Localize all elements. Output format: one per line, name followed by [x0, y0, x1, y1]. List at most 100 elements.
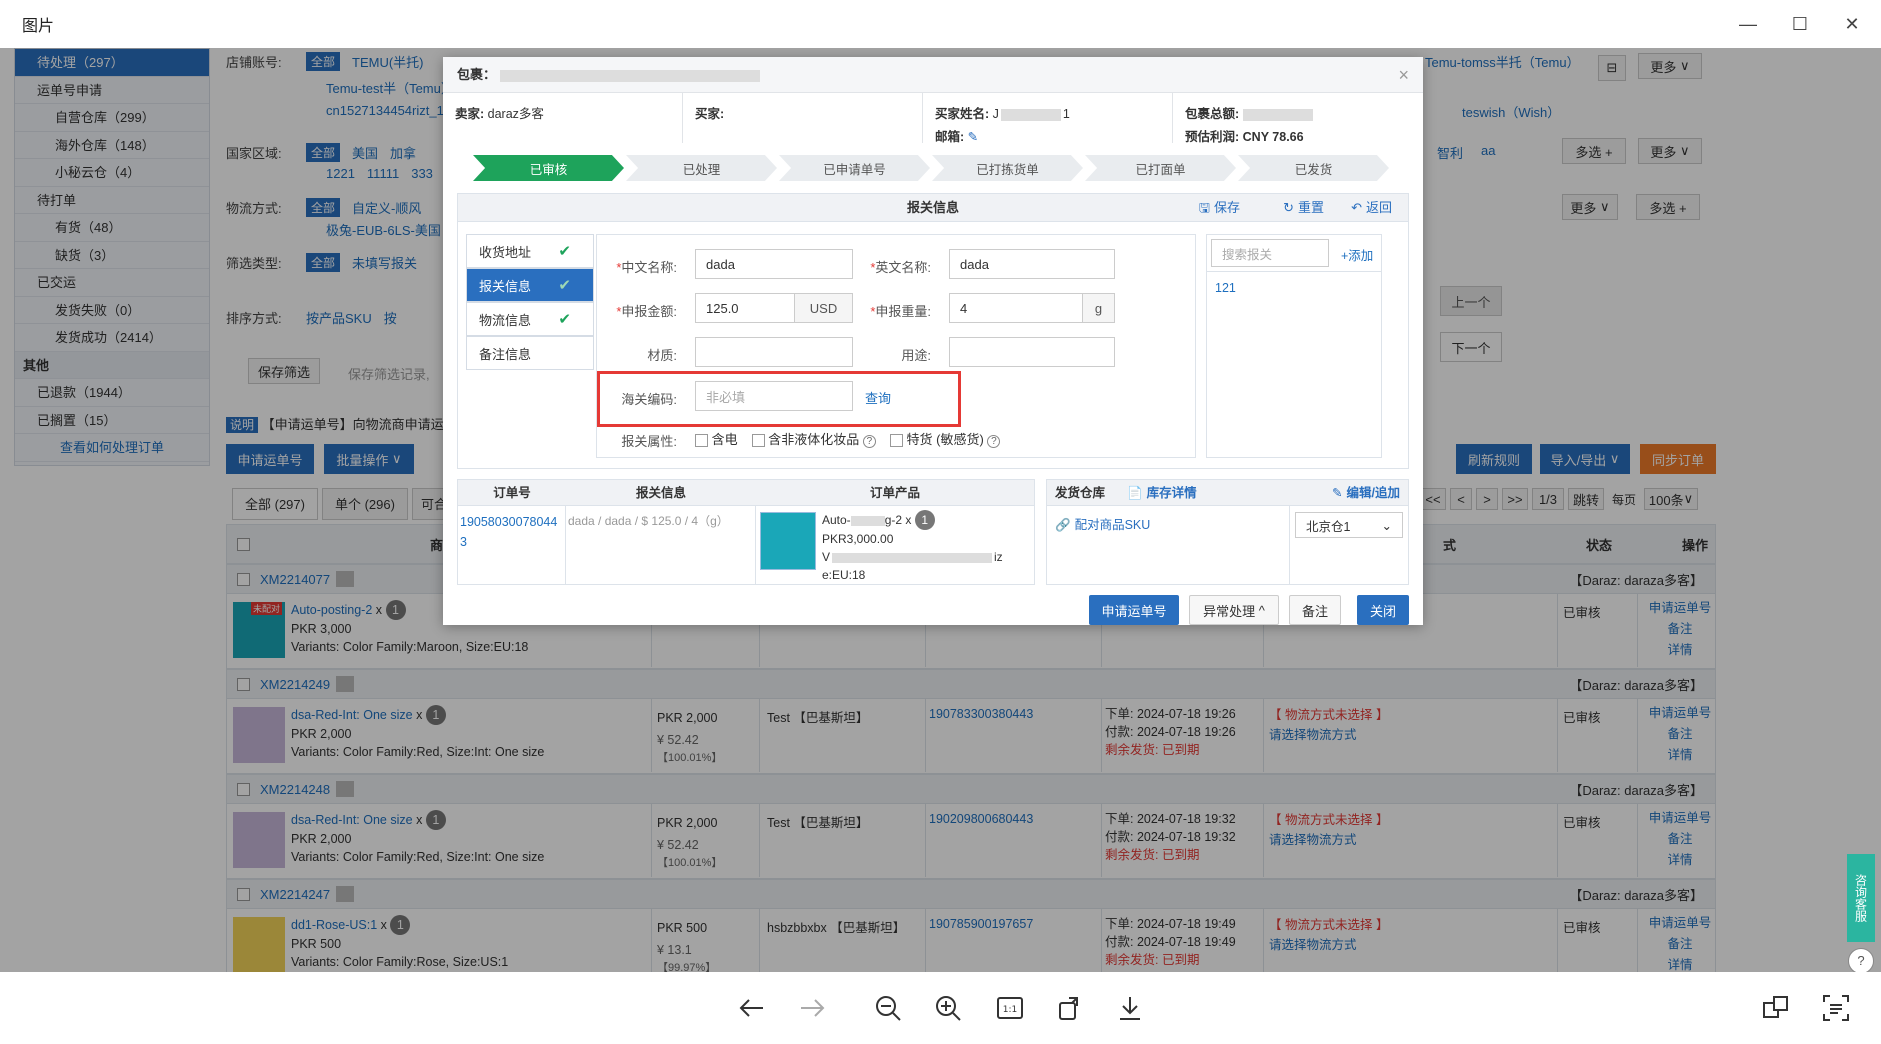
zoom-in-icon[interactable] [930, 990, 966, 1026]
section-header: 报关信息 🖫 保存 ↻ 重置 ↶ 返回 [458, 194, 1408, 222]
profit-label: 预估利润: [1185, 130, 1240, 144]
product-price: PKR3,000.00 [822, 532, 894, 546]
pair-sku-link[interactable]: 🔗 配对商品SKU [1055, 514, 1150, 533]
total-cell: 包裹总额: 预估利润: CNY 78.66 [1173, 93, 1423, 144]
doc-icon: 📄 [1127, 486, 1143, 500]
attr-checkbox[interactable]: 含电 [695, 429, 738, 448]
note-button[interactable]: 备注 [1289, 595, 1341, 625]
reset-link[interactable]: ↻ 重置 [1283, 194, 1324, 222]
modal-header: 包裹： × [443, 57, 1423, 93]
customs-form: *中文名称: dada *英文名称: dada *申报金额: 125.0 USD… [596, 234, 1196, 458]
step-item: 已发货 [1238, 155, 1389, 181]
exception-button[interactable]: 异常处理 ^ [1189, 595, 1279, 625]
seller-value: daraz多客 [487, 107, 544, 121]
edit-add-link[interactable]: ✎ 编辑/追加 [1332, 480, 1400, 506]
customs-search-input[interactable]: 搜索报关 [1211, 239, 1329, 267]
buyer-name-value: J [992, 107, 999, 121]
weight-input[interactable]: 4 [949, 293, 1083, 323]
section-tab[interactable]: 收货地址 ✔ [466, 234, 594, 268]
section-tab-label: 报关信息 [479, 278, 532, 294]
customs-summary: dada / dada / $ 125.0 / 4（g） [568, 514, 729, 528]
package-modal: 包裹： × 卖家: daraz多客 买家: 买家姓名: J 1 邮箱: ✎ 包裹总… [443, 57, 1423, 625]
total-label: 包裹总额: [1185, 107, 1240, 121]
usage-label: 用途: [901, 348, 931, 363]
material-label: 材质: [647, 348, 677, 363]
modal-apply-button[interactable]: 申请运单号 [1089, 595, 1179, 625]
warehouse-label: 发货仓库 [1055, 486, 1106, 500]
section-tab-label: 收货地址 [479, 244, 532, 260]
en-name-label: *英文名称: [870, 260, 931, 275]
product-size: e:EU:18 [822, 568, 866, 582]
profit-value: CNY 78.66 [1242, 130, 1304, 144]
save-icon: 🖫 [1198, 200, 1210, 215]
viewer-toolbar: 1:1 [0, 972, 1881, 1044]
help-icon[interactable]: ? [1848, 948, 1874, 972]
warehouse-select[interactable]: 北京仓1 ⌄ [1295, 512, 1403, 538]
stock-detail-link[interactable]: 📄 库存详情 [1127, 480, 1197, 506]
close-icon[interactable]: ✕ [1836, 8, 1868, 40]
section-tab[interactable]: 备注信息 [466, 336, 594, 370]
buyer-cell: 买家: [683, 93, 923, 143]
customer-service-button[interactable]: 咨询客服 [1847, 854, 1875, 942]
translate-icon[interactable] [1758, 990, 1794, 1026]
buyer-label: 买家: [695, 107, 725, 121]
warehouse-header: 发货仓库 📄 库存详情 ✎ 编辑/追加 [1047, 480, 1408, 506]
redacted-block [499, 69, 760, 82]
step-item: 已申请单号 [779, 155, 930, 181]
en-name-input[interactable]: dada [949, 249, 1115, 279]
attr-label: 报关属性: [621, 434, 677, 449]
check-icon: ✔ [558, 243, 571, 260]
checkbox [889, 434, 903, 448]
product-info: Auto-g-2 x 1 PKR3,000.00 Viz e:EU:18 [822, 510, 1032, 584]
minimize-icon[interactable]: — [1732, 8, 1764, 40]
col-order-no: 订单号 [493, 486, 531, 500]
edit-icon: ✎ [1332, 486, 1343, 500]
hs-query-link[interactable]: 查询 [865, 388, 891, 407]
order-summary: 订单号 报关信息 订单产品 19058030078044 3 dada / dad… [457, 479, 1035, 585]
add-customs-link[interactable]: +添加 [1341, 245, 1373, 264]
summary-header: 订单号 报关信息 订单产品 [458, 480, 1034, 506]
modal-close-button[interactable]: 关闭 [1357, 595, 1409, 625]
cn-name-input[interactable]: dada [695, 249, 853, 279]
section-title: 报关信息 [906, 200, 959, 215]
warehouse-panel: 发货仓库 📄 库存详情 ✎ 编辑/追加 🔗 配对商品SKU 北京仓1 ⌄ [1046, 479, 1409, 585]
section-tab[interactable]: 报关信息 ✔ [466, 268, 594, 302]
material-input[interactable] [695, 337, 853, 367]
rotate-icon[interactable] [1052, 990, 1088, 1026]
customs-list-panel: 搜索报关 +添加 121 [1206, 234, 1382, 458]
zoom-out-icon[interactable] [870, 990, 906, 1026]
weight-label: *申报重量: [870, 304, 931, 319]
step-item: 已打面单 [1085, 155, 1236, 181]
attr-checkbox[interactable]: 含非液体化妆品 ? [751, 429, 876, 448]
actual-size-icon[interactable]: 1:1 [992, 990, 1028, 1026]
customs-list-item[interactable]: 121 [1215, 281, 1236, 295]
col-order-product: 订单产品 [869, 486, 920, 500]
ocr-icon[interactable] [1818, 990, 1854, 1026]
hs-code-input[interactable]: 非必填 [695, 381, 853, 411]
weight-unit: g [1083, 293, 1115, 323]
amount-input[interactable]: 125.0 [695, 293, 795, 323]
hs-code-label: 海关编码: [621, 392, 677, 407]
forward-arrow-icon[interactable] [794, 990, 830, 1026]
edit-email-icon[interactable]: ✎ [968, 130, 978, 144]
download-icon[interactable] [1112, 990, 1148, 1026]
back-arrow-icon[interactable] [734, 990, 770, 1026]
buyer-name-tail: 1 [1062, 107, 1070, 121]
app-screenshot: 待处理（297） 运单号申请 自营仓库（299） 海外仓库（148） 小秘云仓（4） 待打… [0, 48, 1881, 972]
seller-label: 卖家: [455, 107, 485, 121]
col-customs-info: 报关信息 [635, 486, 686, 500]
usage-input[interactable] [949, 337, 1115, 367]
check-icon: ✔ [558, 277, 571, 294]
maximize-icon[interactable]: ☐ [1784, 8, 1816, 40]
buyer-name-label: 买家姓名: [935, 107, 990, 121]
help-icon: ? [862, 435, 876, 448]
cn-name-label: *中文名称: [616, 260, 677, 275]
save-link[interactable]: 🖫 保存 [1199, 194, 1240, 222]
attr-checkbox[interactable]: 特货 (敏感货) ? [889, 429, 1001, 448]
section-tab[interactable]: 物流信息 ✔ [466, 302, 594, 336]
refresh-icon: ↻ [1283, 200, 1294, 215]
back-link[interactable]: ↶ 返回 [1351, 194, 1392, 222]
order-number[interactable]: 19058030078044 3 [460, 512, 564, 552]
seller-cell: 卖家: daraz多客 [443, 93, 683, 143]
modal-close-icon[interactable]: × [1398, 57, 1409, 93]
